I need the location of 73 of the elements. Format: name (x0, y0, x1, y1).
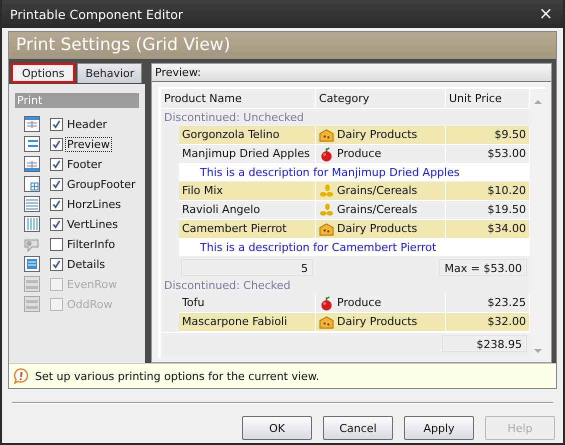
checkbox[interactable] (50, 178, 63, 190)
table-icon (23, 255, 41, 273)
checkbox-label: EvenRow (66, 276, 118, 292)
table-icon (23, 115, 41, 133)
row-description: This is a description for Camembert Pierrot (200, 241, 436, 254)
checkbox[interactable] (50, 158, 63, 170)
cheese-icon (319, 128, 334, 142)
checkbox[interactable] (50, 238, 63, 250)
grain-icon (319, 184, 334, 198)
tab[interactable]: Options (11, 63, 76, 83)
table-cell: Mascarpone Fabioli (179, 313, 316, 331)
group-row-label: Discontinued: Unchecked (164, 111, 304, 124)
table-icon (23, 135, 41, 153)
apple-icon (319, 296, 334, 310)
max-summary: Max = $53.00 (439, 258, 527, 276)
total-summary: $238.95 (442, 334, 527, 352)
preview-title: Preview: (152, 64, 551, 82)
window-title: Printable Component Editor (10, 6, 184, 22)
table-cell: $9.50 (446, 126, 530, 144)
row-description: This is a description for Manjimup Dried Apples (200, 166, 460, 179)
dialog-button[interactable]: Apply (404, 416, 474, 440)
table-cell-text: Dairy Products (337, 314, 418, 330)
table-icon (23, 215, 41, 233)
apple-icon (319, 146, 334, 162)
cheese-icon (319, 222, 334, 236)
close-button[interactable]: × (534, 6, 557, 22)
checkbox-label: HorzLines (66, 196, 122, 212)
table-cell-text: Grains/Cereals (337, 183, 418, 199)
checkbox-label: OddRow (66, 296, 114, 312)
group-row-label: Discontinued: Checked (164, 279, 290, 292)
section-header: Print (15, 93, 139, 108)
tab[interactable]: Behavior (77, 63, 142, 83)
checkbox-label: Footer (66, 156, 103, 172)
table-cell: Gorgonzola Telino (179, 126, 316, 144)
table-cell-text: Produce (337, 295, 382, 311)
column-header: Product Name (161, 89, 316, 108)
table-cell-text: Dairy Products (337, 127, 418, 143)
table-icon (23, 155, 41, 173)
hint-text: Set up various printing options for the current view. (35, 370, 320, 382)
table-cell-text: Grains/Cereals (337, 202, 418, 218)
dialog-button[interactable]: OK (242, 416, 312, 440)
checkbox-label: Details (66, 256, 106, 272)
table-cell: Tofu (179, 294, 316, 312)
table-cell: $32.00 (446, 313, 530, 331)
table-cell: Manjimup Dried Apples (179, 145, 316, 163)
cheese-icon (319, 314, 334, 330)
checkbox-label: Header (66, 116, 108, 132)
table-icon (23, 295, 41, 313)
table-cell-text: Produce (337, 146, 382, 162)
checkbox[interactable] (50, 198, 63, 210)
table-cell: Ravioli Angelo (179, 201, 316, 219)
table-cell-text: Dairy Products (337, 221, 418, 237)
checkbox[interactable] (50, 218, 63, 230)
panel-title: Print Settings (Grid View) (16, 35, 230, 55)
checkbox-label: GroupFooter (66, 176, 136, 192)
checkbox-label: FilterInfo (66, 236, 116, 252)
checkbox-label: Preview (65, 136, 112, 152)
table-cell: $10.20 (446, 182, 530, 200)
checkbox[interactable] (50, 138, 63, 150)
dialog-button[interactable]: Cancel (323, 416, 393, 440)
table-icon (23, 195, 41, 213)
table-cell: Camembert Pierrot (179, 220, 316, 238)
table-cell: Filo Mix (179, 182, 316, 200)
exclamation-bubble-icon (13, 368, 29, 384)
table-cell: $34.00 (446, 220, 530, 238)
column-header: Category (316, 89, 446, 108)
table-icon (23, 175, 41, 193)
table-icon (23, 275, 41, 293)
grain-icon (319, 202, 334, 218)
count-summary: 5 (181, 258, 313, 276)
checkbox-label: VertLines (66, 216, 119, 232)
checkbox[interactable] (50, 258, 63, 270)
checkbox[interactable] (50, 118, 63, 130)
